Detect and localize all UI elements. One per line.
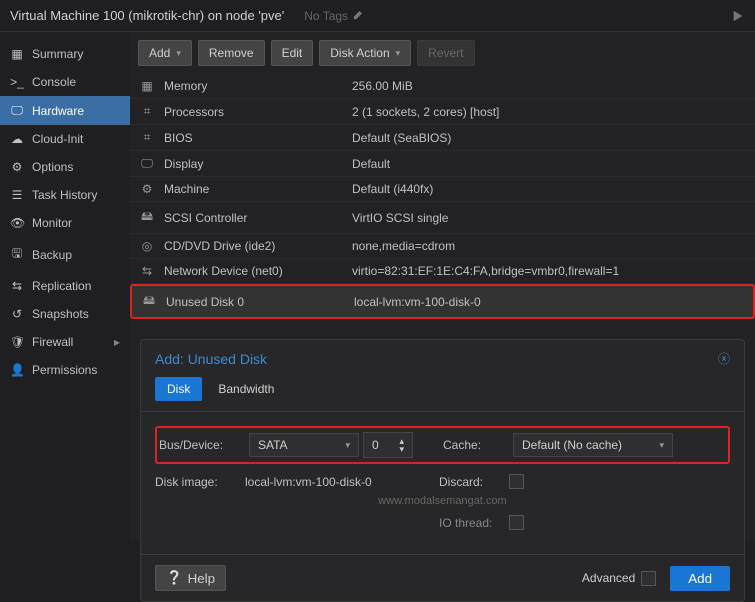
sidebar-item-permissions[interactable]: 👤Permissions xyxy=(0,356,130,384)
table-row[interactable]: ▦Memory256.00 MiB xyxy=(130,74,755,99)
table-row[interactable]: 🖵DisplayDefault xyxy=(130,151,755,177)
chevron-down-icon: ▾ xyxy=(176,48,181,59)
sidebar: ▦Summary >_Console 🖵Hardware ☁Cloud-Init… xyxy=(0,32,130,541)
list-icon: ☰ xyxy=(10,188,24,202)
chevron-right-icon: ▸ xyxy=(114,335,120,349)
discard-label: Discard: xyxy=(439,475,509,489)
shield-icon: 🛡 xyxy=(10,335,24,349)
chevron-down-icon: ▾ xyxy=(345,440,350,451)
table-row[interactable]: 🖴Unused Disk 0local-lvm:vm-100-disk-0 xyxy=(130,284,755,319)
sidebar-item-hardware[interactable]: 🖵Hardware xyxy=(0,96,130,125)
console-icon: >_ xyxy=(10,75,24,89)
revert-button: Revert xyxy=(417,40,474,66)
table-row[interactable]: ◎CD/DVD Drive (ide2)none,media=cdrom xyxy=(130,234,755,259)
sidebar-item-options[interactable]: ⚙Options xyxy=(0,153,130,181)
tabbar: Disk Bandwidth xyxy=(141,377,744,412)
close-icon[interactable]: ⓧ xyxy=(718,350,730,367)
form: Bus/Device: SATA▾ 0▴▾ Cache: Default (No… xyxy=(141,412,744,554)
table-row[interactable]: 🖴SCSI ControllerVirtIO SCSI single xyxy=(130,202,755,234)
sidebar-item-replication[interactable]: ⇆Replication xyxy=(0,272,130,300)
busdevice-label: Bus/Device: xyxy=(159,438,249,452)
iothread-checkbox[interactable] xyxy=(509,515,524,530)
table-row[interactable]: ⌗BIOSDefault (SeaBIOS) xyxy=(130,125,755,151)
dialog-header: Add: Unused Disk ⓧ xyxy=(141,340,744,377)
hardware-icon: 🖵 xyxy=(10,103,24,118)
sidebar-item-console[interactable]: >_Console xyxy=(0,68,130,96)
machine-icon: ⚙ xyxy=(138,182,156,196)
diskimage-label: Disk image: xyxy=(155,475,245,489)
help-button[interactable]: ❔Help xyxy=(155,565,226,591)
bus-select[interactable]: SATA▾ xyxy=(249,433,359,457)
advanced-checkbox[interactable] xyxy=(641,571,656,586)
disc-icon: ◎ xyxy=(138,239,156,253)
sidebar-item-monitor[interactable]: 👁Monitor xyxy=(0,209,130,237)
sidebar-item-backup[interactable]: 🖫Backup xyxy=(0,237,130,272)
add-dialog-button[interactable]: Add xyxy=(670,566,730,591)
page-title: Virtual Machine 100 (mikrotik-chr) on no… xyxy=(10,8,284,23)
save-icon: 🖫 xyxy=(10,244,24,265)
dialog-title: Add: Unused Disk xyxy=(155,351,267,367)
sidebar-item-firewall[interactable]: 🛡Firewall▸ xyxy=(0,328,130,356)
history-icon: ↺ xyxy=(10,307,24,321)
diskaction-button[interactable]: Disk Action▾ xyxy=(319,40,411,66)
toolbar: Add▾ Remove Edit Disk Action▾ Revert xyxy=(130,32,755,74)
sidebar-item-cloudinit[interactable]: ☁Cloud-Init xyxy=(0,125,130,153)
replication-icon: ⇆ xyxy=(10,279,24,293)
cache-label: Cache: xyxy=(443,438,513,452)
table-row[interactable]: ⌗Processors2 (1 sockets, 2 cores) [host] xyxy=(130,99,755,125)
user-icon: 👤 xyxy=(10,363,24,377)
diskimage-row: Disk image: local-lvm:vm-100-disk-0 Disc… xyxy=(155,474,730,489)
table-row[interactable]: ⇆Network Device (net0)virtio=82:31:EF:1E… xyxy=(130,259,755,284)
advanced-label: Advanced xyxy=(582,571,635,585)
iothread-row: IO thread: xyxy=(155,515,730,530)
chevron-down-icon: ▾ xyxy=(659,440,664,451)
tab-bandwidth[interactable]: Bandwidth xyxy=(206,377,286,401)
bios-icon: ⌗ xyxy=(138,130,156,145)
hardware-table: ▦Memory256.00 MiB ⌗Processors2 (1 socket… xyxy=(130,74,755,319)
gear-icon: ⚙ xyxy=(10,160,24,174)
play-icon[interactable] xyxy=(731,8,745,23)
question-icon: ❔ xyxy=(166,570,183,586)
sidebar-item-taskhistory[interactable]: ☰Task History xyxy=(0,181,130,209)
hdd-icon: 🖴 xyxy=(138,207,156,228)
memory-icon: ▦ xyxy=(138,79,156,93)
sidebar-item-summary[interactable]: ▦Summary xyxy=(0,40,130,68)
hdd-icon: 🖴 xyxy=(140,291,158,312)
stepper-icon: ▴▾ xyxy=(399,437,404,453)
dialog: Add: Unused Disk ⓧ Disk Bandwidth Bus/De… xyxy=(140,339,745,602)
discard-checkbox[interactable] xyxy=(509,474,524,489)
iothread-label: IO thread: xyxy=(439,516,509,530)
cloud-icon: ☁ xyxy=(10,132,24,146)
edit-button[interactable]: Edit xyxy=(271,40,314,66)
cpu-icon: ⌗ xyxy=(138,104,156,119)
tab-disk[interactable]: Disk xyxy=(155,377,202,401)
notags[interactable]: No Tags xyxy=(304,9,362,23)
dialog-footer: ❔Help Advanced Add xyxy=(141,554,744,601)
pencil-icon xyxy=(352,11,362,21)
cache-select[interactable]: Default (No cache)▾ xyxy=(513,433,673,457)
header-bar: Virtual Machine 100 (mikrotik-chr) on no… xyxy=(0,0,755,32)
watermark: www.modalsemangat.com xyxy=(155,495,730,507)
chevron-down-icon: ▾ xyxy=(396,48,401,59)
remove-button[interactable]: Remove xyxy=(198,40,265,66)
busdevice-row: Bus/Device: SATA▾ 0▴▾ Cache: Default (No… xyxy=(155,426,730,464)
network-icon: ⇆ xyxy=(138,264,156,278)
main: Add▾ Remove Edit Disk Action▾ Revert ▦Me… xyxy=(130,32,755,541)
diskimage-value: local-lvm:vm-100-disk-0 xyxy=(245,475,409,489)
device-number-stepper[interactable]: 0▴▾ xyxy=(363,432,413,458)
add-button[interactable]: Add▾ xyxy=(138,40,192,66)
summary-icon: ▦ xyxy=(10,47,24,61)
sidebar-item-snapshots[interactable]: ↺Snapshots xyxy=(0,300,130,328)
table-row[interactable]: ⚙MachineDefault (i440fx) xyxy=(130,177,755,202)
display-icon: 🖵 xyxy=(138,156,156,171)
eye-icon: 👁 xyxy=(10,216,24,230)
